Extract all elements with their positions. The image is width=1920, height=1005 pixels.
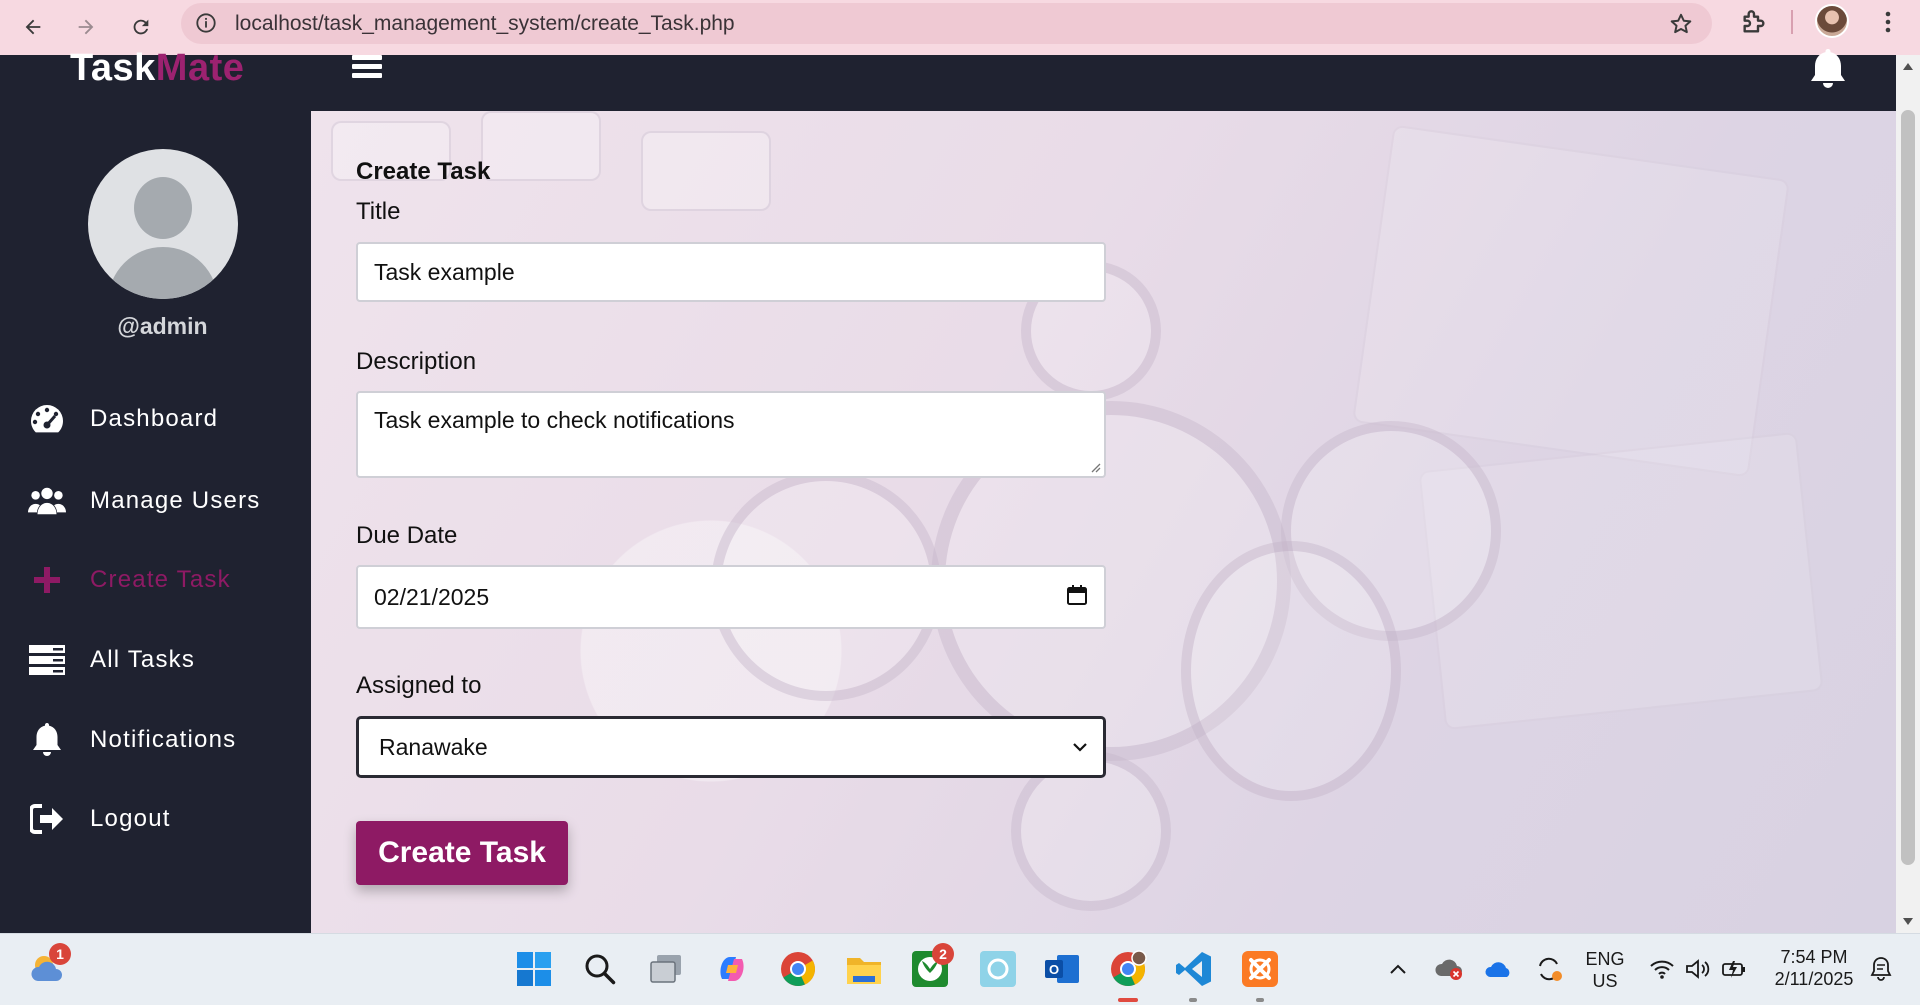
sidebar-item-create-task[interactable]: Create Task [28, 563, 231, 597]
description-label: Description [356, 348, 477, 375]
brand-text-mate: Mate [155, 47, 245, 89]
hamburger-menu-icon[interactable] [352, 55, 382, 81]
copilot-icon[interactable] [710, 947, 754, 991]
url-text[interactable]: localhost/task_management_system/create_… [235, 12, 735, 36]
clock[interactable]: 7:54 PM 2/11/2025 [1764, 946, 1864, 990]
weather-badge: 1 [49, 943, 71, 965]
clock-time: 7:54 PM [1780, 947, 1848, 967]
assigned-to-label: Assigned to [356, 672, 482, 699]
keyboard-region: US [1592, 971, 1618, 991]
plus-icon [28, 563, 66, 597]
username-label: @admin [117, 313, 208, 339]
app-header: TaskMate [0, 47, 1896, 111]
dashboard-gauge-icon [28, 402, 66, 436]
back-arrow-icon[interactable] [14, 8, 52, 46]
chrome-browser-icon[interactable] [776, 947, 820, 991]
notification-bell-icon[interactable] [1805, 49, 1851, 89]
users-icon [28, 484, 66, 518]
notification-center-icon[interactable] [1866, 947, 1896, 991]
language-indicator[interactable]: ENG US [1580, 948, 1630, 992]
chevron-down-icon [1073, 743, 1087, 752]
brand-logo[interactable]: TaskMate [70, 47, 244, 90]
address-bar[interactable]: localhost/task_management_system/create_… [181, 3, 1712, 44]
extensions-puzzle-icon[interactable] [1738, 6, 1770, 38]
sidebar-item-label: Notifications [90, 726, 237, 753]
sidebar-item-label: Manage Users [90, 487, 261, 514]
vscode-icon[interactable] [1172, 947, 1216, 991]
sidebar-item-manage-users[interactable]: Manage Users [28, 484, 260, 518]
user-avatar [88, 149, 238, 299]
description-textarea[interactable]: Task example to check notifications [356, 391, 1106, 478]
due-date-label: Due Date [356, 522, 458, 549]
wifi-icon[interactable] [1645, 947, 1679, 991]
sidebar-item-label: Dashboard [90, 405, 219, 432]
svg-text:O: O [1049, 962, 1059, 977]
outlook-icon[interactable]: O [1040, 947, 1084, 991]
profile-avatar[interactable] [1815, 4, 1849, 38]
sidebar-item-label: Create Task [90, 566, 231, 593]
page-title: Create Task [356, 158, 491, 185]
due-date-value: 02/21/2025 [374, 583, 490, 610]
scroll-thumb[interactable] [1901, 110, 1915, 865]
more-options-icon[interactable] [1876, 6, 1900, 38]
create-task-button[interactable]: Create Task [356, 821, 568, 885]
task-view-icon[interactable] [644, 947, 688, 991]
logout-icon [28, 802, 66, 836]
assigned-to-value: Ranawake [379, 733, 488, 760]
show-hidden-icons-chevron-icon[interactable] [1383, 947, 1413, 991]
title-input-value: Task example [374, 258, 515, 285]
cloud-sync-error-icon[interactable] [1432, 947, 1466, 991]
site-info-icon[interactable] [195, 12, 217, 34]
browser-toolbar: localhost/task_management_system/create_… [0, 0, 1920, 55]
toolbar-divider [1791, 10, 1793, 34]
running-app-indicator [1189, 998, 1197, 1002]
search-icon[interactable] [578, 947, 622, 991]
bookmark-star-icon[interactable] [1668, 11, 1694, 37]
main-content: Create Task Title Task example Descripti… [311, 111, 1896, 933]
xbox-badge: 2 [932, 943, 954, 965]
resize-grip-icon[interactable] [1087, 459, 1101, 473]
sync-update-icon[interactable] [1532, 947, 1566, 991]
scroll-up-arrow-icon[interactable] [1903, 63, 1913, 70]
clock-date: 2/11/2025 [1774, 969, 1854, 989]
battery-icon[interactable] [1717, 947, 1751, 991]
due-date-input[interactable]: 02/21/2025 [356, 565, 1106, 629]
page-scrollbar[interactable] [1896, 55, 1920, 933]
app-store-icon[interactable] [976, 947, 1020, 991]
forward-arrow-icon[interactable] [67, 8, 105, 46]
running-app-indicator [1256, 998, 1264, 1002]
xampp-icon[interactable] [1238, 947, 1282, 991]
windows-start-icon[interactable] [512, 947, 556, 991]
language-code: ENG [1585, 949, 1625, 969]
title-input[interactable]: Task example [356, 242, 1106, 302]
chrome-profile-icon[interactable] [1106, 947, 1150, 991]
file-explorer-icon[interactable] [842, 947, 886, 991]
onedrive-icon[interactable] [1482, 947, 1516, 991]
assigned-to-select[interactable]: Ranawake [356, 716, 1106, 778]
brand-text-task: Task [70, 47, 156, 89]
sidebar: @admin Dashboard Manage Users Create Tas… [0, 111, 311, 933]
sidebar-item-notifications[interactable]: Notifications [28, 723, 236, 757]
tasks-list-icon [28, 643, 66, 677]
scroll-down-arrow-icon[interactable] [1903, 918, 1913, 925]
calendar-icon[interactable] [1066, 584, 1088, 606]
bell-icon [28, 723, 66, 757]
sidebar-item-dashboard[interactable]: Dashboard [28, 402, 218, 436]
sidebar-item-label: All Tasks [90, 646, 196, 673]
sidebar-item-label: Logout [90, 805, 171, 832]
description-textarea-value: Task example to check notifications [374, 407, 735, 433]
active-app-indicator [1118, 998, 1138, 1002]
reload-icon[interactable] [122, 8, 160, 46]
volume-icon[interactable] [1681, 947, 1715, 991]
title-label: Title [356, 198, 401, 225]
sidebar-item-all-tasks[interactable]: All Tasks [28, 643, 195, 677]
sidebar-item-logout[interactable]: Logout [28, 802, 171, 836]
windows-taskbar: 1 2 O ENG US 7:54 PM 2/11/2025 [0, 933, 1920, 1005]
